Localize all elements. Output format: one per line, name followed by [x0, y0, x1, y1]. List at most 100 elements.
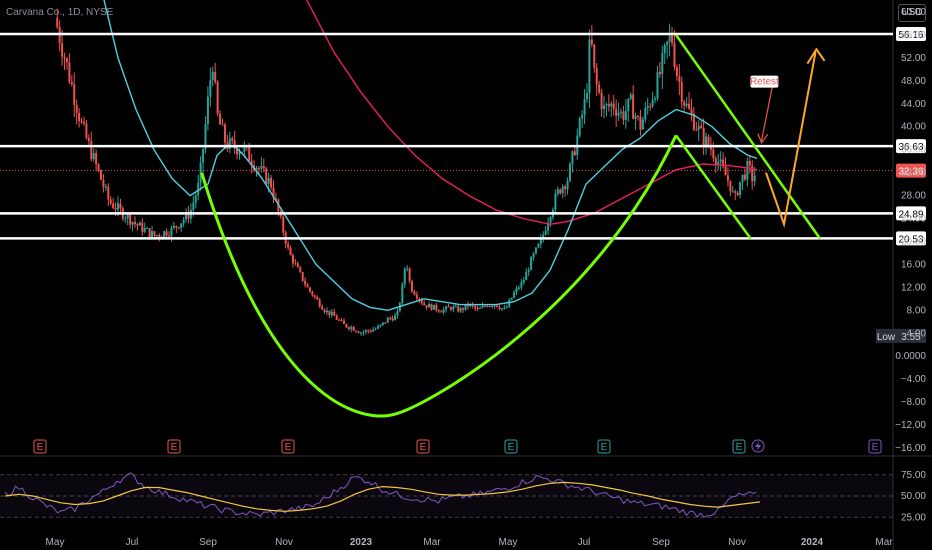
candle-body — [158, 234, 161, 237]
candle-body — [87, 138, 90, 142]
price-tick-label: 20.00 — [901, 236, 926, 247]
price-tick-label: 28.00 — [901, 191, 926, 202]
candle-body — [70, 81, 73, 85]
candle-body — [377, 326, 380, 329]
candle-body — [318, 299, 321, 307]
candle-body — [206, 96, 209, 124]
candle-body — [180, 223, 183, 228]
candle-body — [347, 327, 350, 330]
candle-body — [654, 98, 657, 100]
candle-body — [90, 141, 93, 160]
candle-body — [445, 306, 448, 310]
time-tick-label: Jul — [578, 537, 591, 548]
candle-body — [248, 146, 251, 161]
earnings-markers-layer: EEEEEEEE — [33, 439, 882, 454]
candle-body — [649, 106, 652, 108]
candle-body — [641, 119, 644, 130]
price-tick-label: 48.00 — [901, 76, 926, 87]
candle-body — [496, 305, 499, 308]
candle-body — [751, 165, 754, 182]
candle-body — [56, 17, 59, 28]
candle-body — [68, 62, 71, 82]
candle-body — [639, 116, 642, 130]
candle-body — [432, 304, 435, 310]
candle-body — [267, 177, 270, 184]
candle-body — [624, 110, 627, 120]
candle-body — [581, 115, 584, 119]
candle-body — [588, 39, 591, 93]
candle-body — [729, 180, 732, 192]
candle-body — [668, 35, 671, 42]
candle-body — [304, 280, 307, 285]
price-tick-label: 56.00 — [901, 30, 926, 41]
candle-body — [590, 39, 593, 45]
candle-body — [202, 148, 205, 163]
candle-body — [671, 35, 674, 43]
candle-body — [673, 42, 676, 68]
candle-body — [493, 305, 496, 307]
candle-body — [357, 331, 360, 334]
candle-body — [80, 121, 83, 123]
candle-body — [153, 231, 156, 236]
candle-body — [345, 323, 348, 328]
rsi-tick-label: 25.00 — [901, 512, 926, 523]
candle-body — [350, 327, 353, 330]
candle-body — [510, 297, 513, 300]
candle-body — [430, 304, 433, 310]
time-tick-label: May — [499, 537, 518, 548]
candle-body — [396, 311, 399, 316]
candle-body — [394, 315, 397, 321]
candle-body — [311, 291, 314, 296]
candle-body — [415, 294, 418, 299]
candle-body — [491, 306, 494, 308]
candle-body — [452, 306, 455, 310]
candle-body — [522, 280, 525, 283]
rsi-band — [0, 474, 893, 518]
candle-body — [527, 270, 530, 273]
time-axis[interactable]: May Jul Sep Nov 2023 Mar May Jul Sep Nov 2024 Mar — [46, 537, 894, 548]
candle-body — [194, 195, 197, 203]
candle-body — [168, 235, 171, 237]
candle-body — [498, 307, 501, 310]
earnings-marker-label: E — [601, 442, 608, 453]
horizontal-levels-layer: 56.1636.6324.8920.5332.36Low 3.55 — [0, 27, 926, 343]
candle-body — [486, 306, 489, 308]
candle-body — [360, 332, 362, 334]
candle-body — [702, 128, 705, 146]
candle-body — [114, 208, 117, 210]
candle-body — [714, 158, 717, 165]
candle-body — [369, 330, 372, 332]
price-tick-label: 44.00 — [901, 99, 926, 110]
candle-body — [325, 310, 328, 313]
candle-body — [544, 230, 547, 235]
candle-body — [675, 67, 678, 77]
candle-body — [651, 99, 654, 107]
price-axis[interactable]: 60.00 56.00 52.00 48.00 44.00 40.00 36.00 32.00… — [895, 7, 926, 523]
candle-body — [107, 186, 110, 200]
candle-body — [517, 287, 520, 289]
candle-body — [401, 284, 404, 303]
candle-body — [571, 151, 574, 164]
time-tick-label: Sep — [199, 537, 217, 548]
candle-body — [134, 221, 137, 224]
candle-body — [680, 81, 683, 102]
candle-body — [146, 228, 149, 230]
price-chart[interactable]: 56.1636.6324.8920.5332.36Low 3.55 Retest … — [0, 0, 932, 550]
earnings-marker-label: E — [285, 442, 292, 453]
candle-body — [741, 174, 744, 182]
candle-body — [328, 310, 331, 316]
candle-body — [610, 103, 613, 107]
time-tick-label: 2023 — [350, 537, 373, 548]
candle-body — [683, 101, 686, 106]
candle-body — [82, 121, 85, 124]
candle-body — [449, 307, 452, 310]
candle-body — [372, 329, 375, 332]
candle-body — [500, 308, 503, 310]
earnings-marker-label: E — [508, 442, 515, 453]
candle-body — [63, 56, 66, 59]
candle-body — [637, 116, 640, 118]
candle-body — [306, 284, 309, 288]
candle-body — [109, 199, 112, 204]
candle-body — [746, 160, 749, 180]
cup-pattern-curve — [200, 134, 678, 418]
